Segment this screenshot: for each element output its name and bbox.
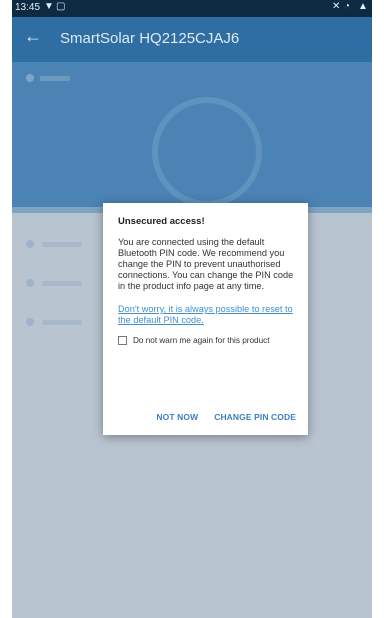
- unsecured-access-dialog: Unsecured access! You are connected usin…: [103, 203, 308, 435]
- list-item-text-placeholder: [42, 241, 82, 247]
- status-dot-icon: [26, 74, 34, 82]
- overview-status: [26, 74, 70, 82]
- mute-icon: ✕: [332, 1, 341, 12]
- wifi-icon: ◔: [344, 1, 351, 12]
- do-not-warn-label: Do not warn me again for this product: [133, 336, 270, 345]
- gauge-ring: [152, 97, 262, 207]
- status-bar: 13:45 ▼ ▢ ✕ ◔ ▲: [12, 0, 372, 17]
- status-text-placeholder: [40, 75, 70, 81]
- signal-icon: ▲: [358, 1, 368, 12]
- status-time: 13:45: [15, 2, 41, 13]
- app-bar: ← SmartSolar HQ2125CJAJ6: [12, 17, 372, 62]
- change-pin-code-button[interactable]: CHANGE PIN CODE: [214, 412, 296, 422]
- list-item-icon: [26, 240, 34, 248]
- list-item[interactable]: [26, 240, 82, 248]
- do-not-warn-checkbox[interactable]: [118, 336, 127, 345]
- not-now-button[interactable]: NOT NOW: [156, 412, 198, 422]
- reset-pin-link[interactable]: Don't worry, it is always possible to re…: [118, 304, 294, 326]
- dialog-actions: NOT NOW CHANGE PIN CODE: [156, 412, 296, 422]
- dialog-title: Unsecured access!: [118, 216, 205, 227]
- arrow-left-icon[interactable]: ←: [24, 26, 42, 47]
- list-item-icon: [26, 318, 34, 326]
- wifi-alert-icon: ▼: [44, 1, 54, 12]
- do-not-warn-checkbox-row[interactable]: Do not warn me again for this product: [118, 336, 294, 345]
- list-item-text-placeholder: [42, 319, 82, 325]
- image-icon: ▢: [56, 1, 66, 12]
- dialog-message: You are connected using the default Blue…: [118, 237, 294, 291]
- list-item[interactable]: [26, 279, 82, 287]
- list-item-text-placeholder: [42, 280, 82, 286]
- list-item[interactable]: [26, 318, 82, 326]
- device-overview-panel: [12, 62, 372, 207]
- app-bar-title: SmartSolar HQ2125CJAJ6: [60, 30, 240, 47]
- list-item-icon: [26, 279, 34, 287]
